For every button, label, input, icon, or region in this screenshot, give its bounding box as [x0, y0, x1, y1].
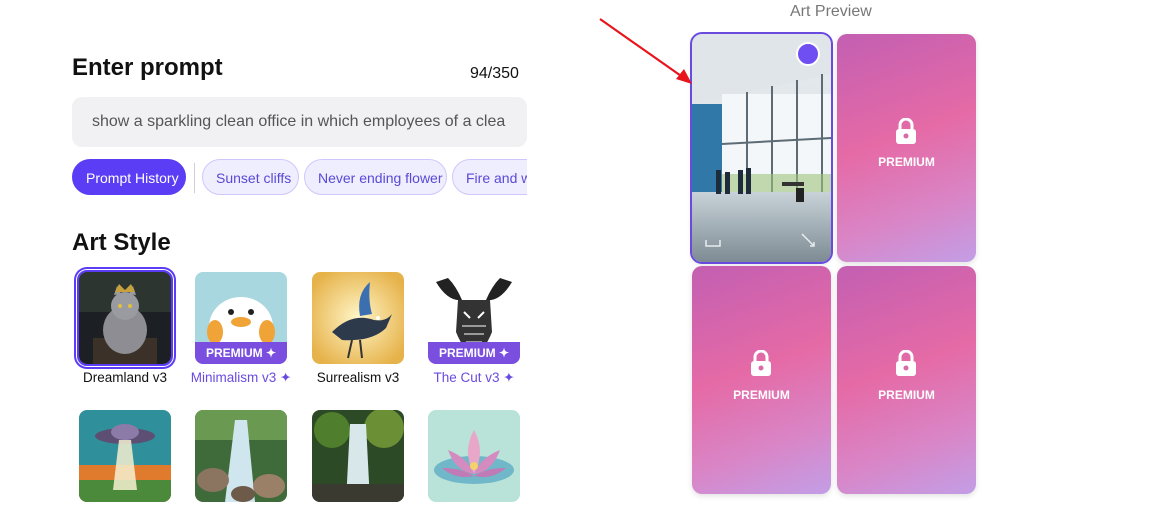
style-label-dreamland: Dreamland v3 — [82, 370, 168, 385]
lock-icon — [751, 350, 771, 376]
prompt-chip-row: Prompt History Sunset cliffs Never endin… — [72, 159, 527, 197]
chip-never-ending-flower[interactable]: Never ending flower — [304, 159, 447, 195]
preview-tile-generated[interactable] — [690, 32, 833, 264]
annotation-arrow-icon — [599, 18, 692, 84]
prompt-input-value: show a sparkling clean office in which e… — [92, 113, 506, 130]
style-label-surrealism: Surrealism v3 — [316, 370, 400, 385]
premium-tag: PREMIUM ✦ — [428, 342, 520, 364]
style-label-minimalism: Minimalism v3 ✦ — [190, 370, 292, 385]
selected-indicator-icon[interactable] — [796, 42, 820, 66]
lock-icon — [896, 350, 916, 376]
preview-tile-locked-2[interactable]: PREMIUM — [692, 266, 831, 494]
waterfall-rocks-thumbnail — [195, 410, 287, 502]
premium-tag: PREMIUM ✦ — [195, 342, 287, 364]
preview-tile-locked-1[interactable]: PREMIUM — [837, 34, 976, 262]
waterfall-forest-thumbnail — [312, 410, 404, 502]
office-image — [692, 34, 831, 262]
style-label-the-cut: The Cut v3 ✦ — [433, 370, 515, 385]
art-style-heading: Art Style — [72, 229, 171, 256]
premium-label: PREMIUM — [878, 155, 935, 169]
premium-label: PREMIUM — [878, 388, 935, 402]
ufo-thumbnail — [79, 410, 171, 502]
the-cut-moose-thumbnail: PREMIUM ✦ — [428, 272, 520, 364]
chip-sunset-cliffs[interactable]: Sunset cliffs — [202, 159, 299, 195]
chip-fire-and-water[interactable]: Fire and wa — [452, 159, 527, 195]
premium-label: PREMIUM — [733, 388, 790, 402]
art-preview-heading: Art Preview — [790, 3, 872, 20]
surrealism-bird-thumbnail — [312, 272, 404, 364]
lock-icon — [896, 118, 916, 144]
prompt-input[interactable]: show a sparkling clean office in which e… — [72, 97, 527, 147]
chip-divider — [194, 163, 195, 193]
enter-prompt-heading: Enter prompt — [72, 54, 223, 81]
preview-tile-locked-3[interactable]: PREMIUM — [837, 266, 976, 494]
dreamland-cat-thumbnail — [77, 270, 173, 366]
minimalism-duck-thumbnail: PREMIUM ✦ — [195, 272, 287, 364]
lotus-flower-thumbnail — [428, 410, 520, 502]
character-count: 94/350 — [470, 65, 519, 82]
prompt-history-button[interactable]: Prompt History — [72, 159, 186, 195]
